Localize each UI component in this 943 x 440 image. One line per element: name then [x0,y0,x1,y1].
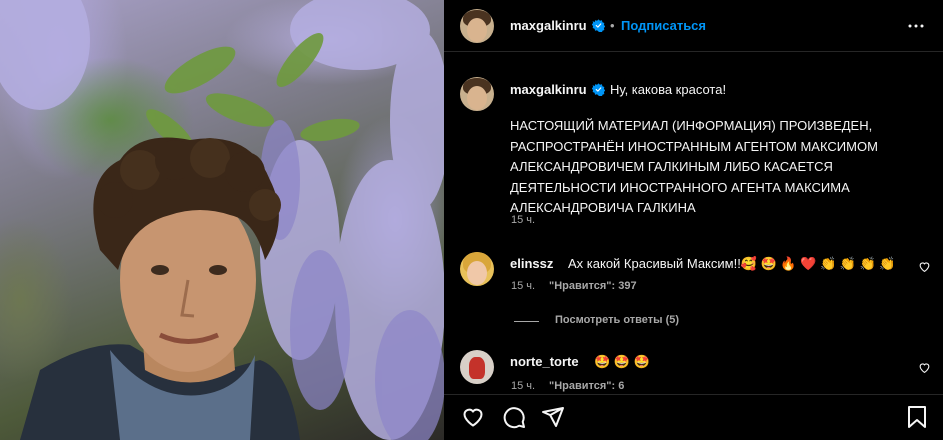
comment-likes[interactable]: "Нравится": 397 [549,280,637,292]
more-options-icon[interactable] [907,17,925,35]
caption-time[interactable]: 15 ч. [511,214,535,226]
caption-notice-line: ДЕЯТЕЛЬНОСТИ ИНОСТРАННОГО АГЕНТА МАКСИМА [510,179,850,195]
replies-divider [514,321,539,322]
view-replies-button[interactable]: Посмотреть ответы (5) [555,314,679,326]
comment-time[interactable]: 15 ч. [511,380,535,392]
comment-likes[interactable]: "Нравится": 6 [549,380,624,392]
comment-like-icon[interactable] [918,361,931,374]
comment-username[interactable]: elinssz [510,256,553,271]
caption-notice-line: РАСПРОСТРАНЁН ИНОСТРАННЫМ АГЕНТОМ МАКСИМ… [510,138,878,154]
follow-button[interactable]: Подписаться [621,18,706,33]
caption-text: Ну, какова красота! [610,82,727,97]
separator-dot: • [610,18,615,33]
verified-badge-icon [592,19,605,32]
caption-author-username[interactable]: maxgalkinru [510,82,587,97]
author-avatar[interactable] [460,9,494,43]
heart-icon[interactable] [461,405,485,429]
caption-notice: НАСТОЯЩИЙ МАТЕРИАЛ (ИНФОРМАЦИЯ) ПРОИЗВЕД… [510,116,878,219]
comment-text: 🤩 🤩 🤩 [594,354,650,369]
comment-text: Ах какой Красивый Максим!!🥰 🤩 🔥 ❤️ 👏 👏 👏… [568,256,896,271]
comment-icon[interactable] [502,405,526,429]
commenter-avatar[interactable] [460,350,494,384]
share-icon[interactable] [541,405,565,429]
commenter-avatar[interactable] [460,252,494,286]
post-action-bar [444,394,943,440]
caption-notice-line: АЛЕКСАНДРОВИЧЕМ ГАЛКИНЫМ ЛИБО КАСАЕТСЯ [510,159,833,174]
bookmark-icon[interactable] [906,405,928,429]
author-username[interactable]: maxgalkinru [510,18,587,33]
comment-time[interactable]: 15 ч. [511,280,535,292]
verified-badge-icon [592,83,605,96]
post-header: maxgalkinru • Подписаться [444,0,943,52]
comment-like-icon[interactable] [918,260,931,273]
comment-username[interactable]: norte_torte [510,354,579,369]
photo-illustration [0,0,444,440]
caption-author-avatar[interactable] [460,77,494,111]
caption-notice-line: АЛЕКСАНДРОВИЧА ГАЛКИНА [510,200,696,215]
post-details-panel: maxgalkinru • Подписаться maxgalkinru Ну… [444,0,943,440]
post-photo[interactable] [0,0,444,440]
caption-notice-line: НАСТОЯЩИЙ МАТЕРИАЛ (ИНФОРМАЦИЯ) ПРОИЗВЕД… [510,118,873,133]
